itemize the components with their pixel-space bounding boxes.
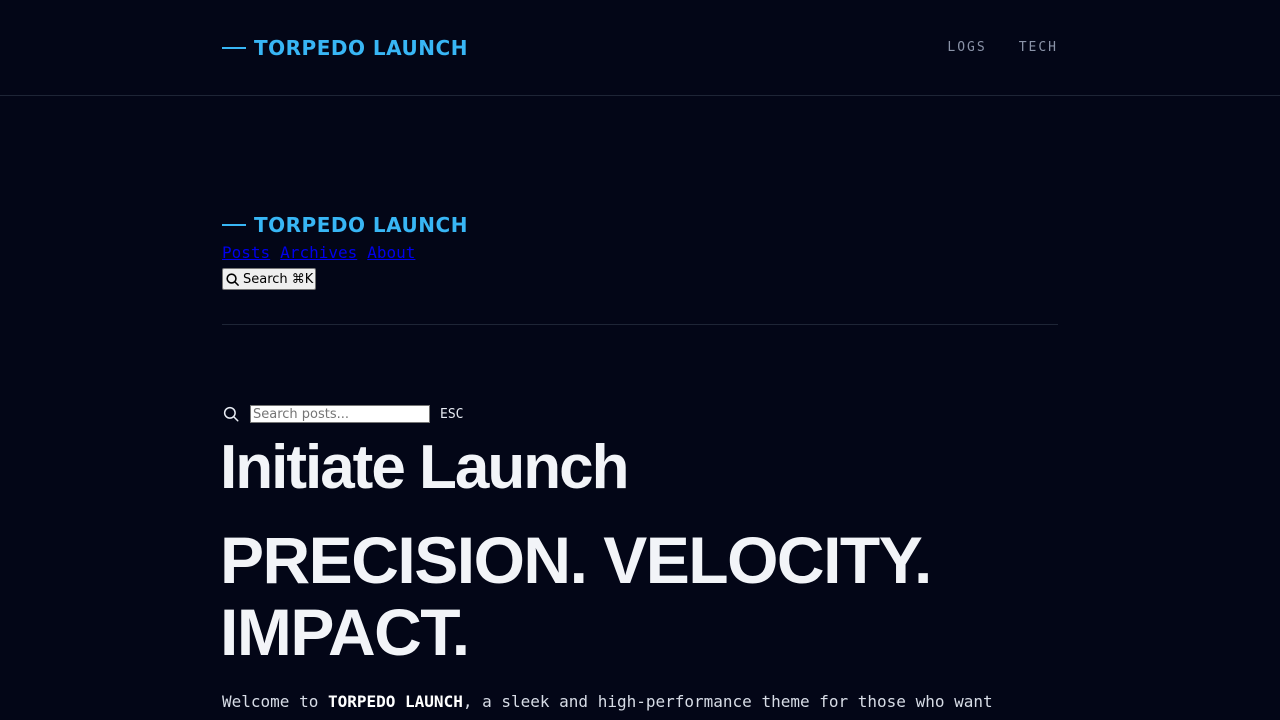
page-title: Initiate Launch — [220, 433, 629, 502]
search-bar: ESC — [222, 405, 463, 423]
search-icon — [225, 272, 240, 287]
brand-dash — [222, 224, 246, 226]
intro-text-end: , a sleek and high-performance theme for… — [462, 692, 993, 711]
header-nav: LOGS TECH — [947, 40, 1058, 55]
nav-link-posts[interactable]: Posts — [222, 243, 270, 262]
nav-link-about[interactable]: About — [367, 243, 415, 262]
intro-paragraph: Welcome to TORPEDO LAUNCH, a sleek and h… — [222, 692, 993, 711]
header-brand-text: TORPEDO LAUNCH — [254, 36, 468, 60]
nav-link-logs[interactable]: LOGS — [947, 40, 986, 55]
brand-dash — [222, 47, 246, 49]
section-divider — [222, 324, 1058, 325]
search-icon — [222, 405, 240, 423]
top-header: TORPEDO LAUNCH LOGS TECH — [0, 0, 1280, 96]
site-brand-text: TORPEDO LAUNCH — [254, 213, 468, 237]
hero-heading: PRECISION. VELOCITY. IMPACT. — [220, 524, 1120, 668]
site-nav: Posts Archives About — [222, 243, 415, 262]
header-brand-link[interactable]: TORPEDO LAUNCH — [222, 36, 468, 60]
hero-line-1: PRECISION. VELOCITY. — [220, 523, 932, 597]
search-button-label: Search ⌘K — [243, 271, 314, 287]
search-input[interactable] — [250, 405, 430, 423]
nav-link-archives[interactable]: Archives — [280, 243, 357, 262]
site-brand-link[interactable]: TORPEDO LAUNCH — [222, 213, 468, 237]
intro-text-start: Welcome to — [222, 692, 328, 711]
nav-link-tech[interactable]: TECH — [1019, 40, 1058, 55]
intro-brand: TORPEDO LAUNCH — [327, 692, 463, 711]
hero-line-2: IMPACT. — [220, 595, 470, 669]
search-button[interactable]: Search ⌘K — [222, 268, 317, 290]
esc-label[interactable]: ESC — [440, 407, 463, 422]
